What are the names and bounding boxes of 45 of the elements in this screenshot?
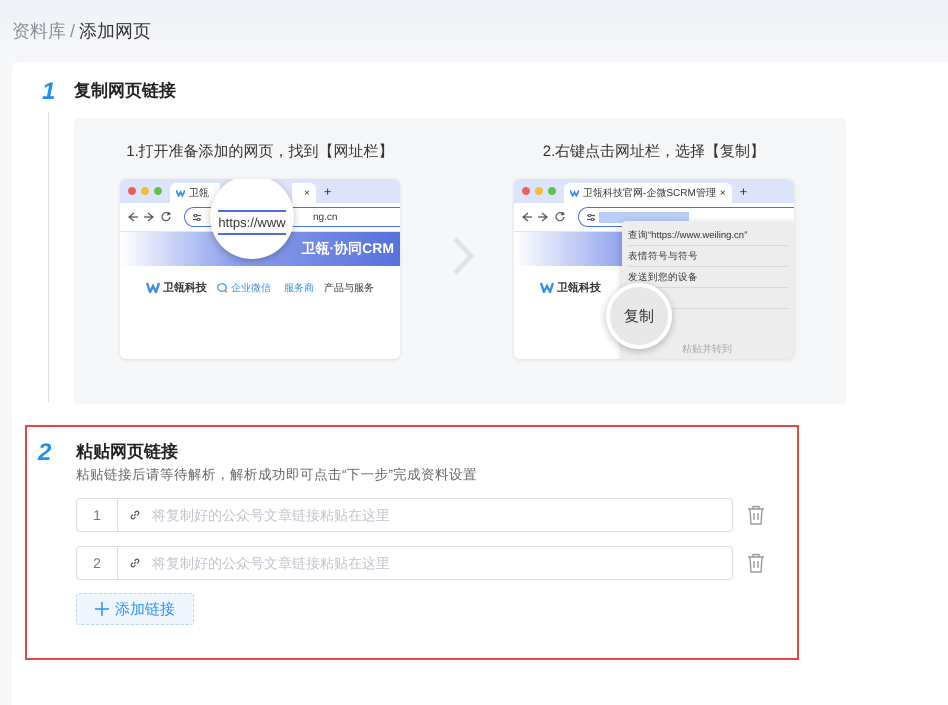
plus-icon [95,602,109,616]
step-number: 2 [38,441,52,468]
window-controls-icon [522,187,556,195]
link-icon [128,556,142,570]
navigation-icons-drawing [522,212,568,222]
step-title: 粘贴网页链接 [76,441,179,463]
nav-link[interactable]: 产品与服务 [324,280,374,294]
link-input-field[interactable]: 2 将复制好的公众号文章链接粘贴在这里 [76,546,733,580]
tab-title: 卫瓴 [189,187,209,200]
close-icon[interactable]: × [720,188,726,198]
step-hint: 粘贴链接后请等待解析，解析成功即可点击“下一步”完成资料设置 [76,466,478,484]
site-settings-icon [587,214,595,220]
browser-tab[interactable]: 卫瓴 [170,183,220,203]
site-logo-icon [570,189,579,197]
site-settings-icon [193,214,201,220]
new-tab-button[interactable]: + [740,184,748,198]
zoomed-url-text: https://www [218,210,286,234]
tab-title: 卫瓴科技官网-企微SCRM管理 [583,186,716,200]
row-number: 2 [77,547,118,579]
logo-icon [146,282,160,293]
delete-icon[interactable] [747,505,765,525]
chat-bubble-icon [217,282,228,292]
guide-caption: 2.右键点击网址栏，选择【复制】 [542,142,766,161]
link-input-field[interactable]: 1 将复制好的公众号文章链接粘贴在这里 [76,498,733,532]
close-icon[interactable]: × [292,183,316,203]
row-number: 1 [77,499,118,531]
guide-caption: 1.打开准备添加的网页，找到【网址栏】 [126,142,394,161]
browser-tab[interactable]: 卫瓴科技官网-企微SCRM管理 × [564,183,732,203]
menu-item[interactable]: 查询“https://www.weiling.cn” [628,225,788,246]
breadcrumb-separator: / [70,20,76,42]
navigation-icons-drawing [128,212,174,222]
delete-icon[interactable] [747,553,765,573]
site-logo: 卫瓴科技 [540,280,601,295]
new-tab-button[interactable]: + [324,184,332,198]
site-logo: 卫瓴科技 [146,280,207,295]
url-text: ng.cn [313,212,338,222]
step-number: 1 [42,80,56,104]
site-logo-icon [176,189,185,197]
banner-title: 卫瓴·协同CRM [301,240,394,258]
link-icon [128,508,142,522]
breadcrumb-current: 添加网页 [79,20,152,43]
window-controls-icon [128,187,162,195]
logo-icon [540,282,554,293]
step-title: 复制网页链接 [74,80,177,102]
menu-item[interactable]: 表情符号与符号 [628,246,788,267]
